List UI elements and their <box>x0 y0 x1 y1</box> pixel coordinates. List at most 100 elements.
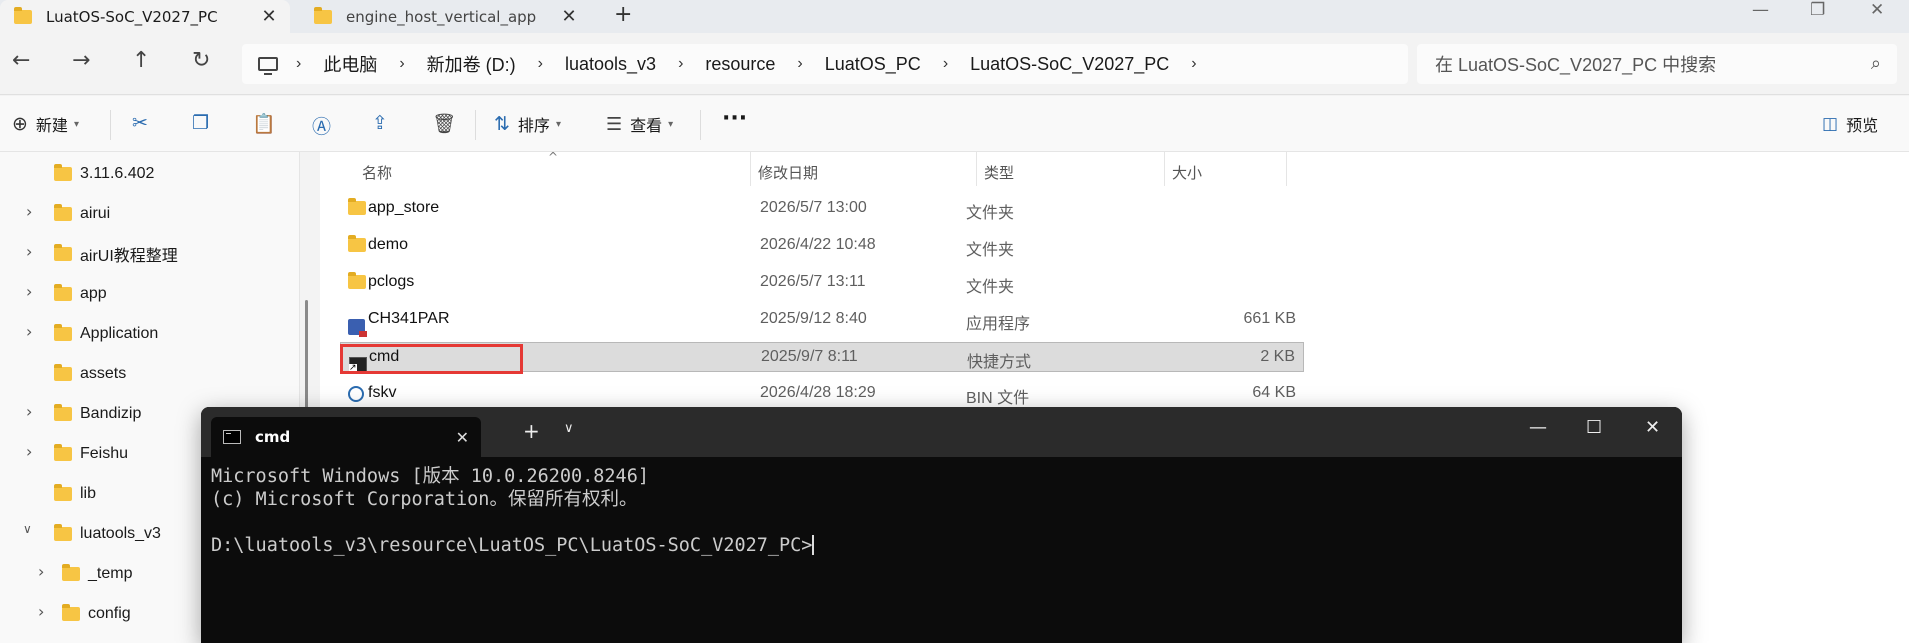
breadcrumb-resource[interactable]: resource <box>705 54 775 75</box>
share-button[interactable]: ⇪ <box>372 112 388 134</box>
view-button[interactable]: ☰ 查看 ▾ <box>606 112 673 136</box>
chevron-right-icon[interactable]: › <box>1191 55 1196 73</box>
table-row[interactable]: pclogs 2026/5/7 13:11 文件夹 <box>340 268 1304 298</box>
column-header-size[interactable]: 大小 <box>1172 162 1202 183</box>
up-button[interactable]: ↑ <box>132 48 150 73</box>
file-date: 2025/9/12 8:40 <box>760 310 867 327</box>
sidebar-item-label: Application <box>80 325 159 342</box>
breadcrumb-luatos-pc[interactable]: LuatOS_PC <box>825 54 921 75</box>
file-name: demo <box>368 236 409 253</box>
sort-button[interactable]: ⇅ 排序 ▾ <box>494 112 561 136</box>
close-icon[interactable]: ✕ <box>456 428 469 447</box>
chevron-right-icon[interactable]: › <box>38 562 44 581</box>
chevron-right-icon[interactable]: › <box>26 442 32 461</box>
breadcrumb-luatools[interactable]: luatools_v3 <box>565 54 656 75</box>
breadcrumb-drive-d[interactable]: 新加卷 (D:) <box>427 51 516 77</box>
file-type: BIN 文件 <box>966 390 1030 407</box>
sidebar-item-3-11-6-402[interactable]: 3.11.6.402 <box>54 162 154 186</box>
sidebar-item-feishu[interactable]: Feishu <box>54 442 128 466</box>
text-cursor <box>812 535 815 555</box>
chevron-right-icon[interactable]: › <box>296 55 301 73</box>
sidebar-item-airui[interactable]: airui <box>54 202 110 226</box>
table-row[interactable]: app_store 2026/5/7 13:00 文件夹 <box>340 194 1304 224</box>
terminal-window[interactable]: cmd ✕ + ∨ — ☐ ✕ Microsoft Windows [版本 10… <box>201 407 1682 643</box>
forward-button[interactable]: → <box>72 48 90 73</box>
refresh-button[interactable]: ↻ <box>192 48 210 73</box>
terminal-close-button[interactable]: ✕ <box>1645 417 1660 438</box>
terminal-tab-cmd[interactable]: cmd ✕ <box>211 417 481 457</box>
chevron-right-icon[interactable]: › <box>38 602 44 621</box>
chevron-right-icon[interactable]: › <box>797 55 802 73</box>
column-header-date[interactable]: 修改日期 <box>758 162 818 183</box>
file-name: app_store <box>368 199 440 216</box>
restore-button[interactable]: ❐ <box>1810 0 1825 20</box>
chevron-right-icon[interactable]: › <box>26 202 32 221</box>
chevron-right-icon[interactable]: › <box>26 242 32 261</box>
sidebar-item-config[interactable]: config <box>62 602 131 626</box>
breadcrumb-this-pc[interactable]: 此电脑 <box>323 51 377 77</box>
chevron-right-icon[interactable]: › <box>399 55 404 73</box>
new-terminal-tab-button[interactable]: + <box>523 419 540 443</box>
chevron-right-icon[interactable]: › <box>26 282 32 301</box>
chevron-right-icon[interactable]: › <box>538 55 543 73</box>
table-row[interactable]: CH341PAR 2025/9/12 8:40 应用程序 661 KB <box>340 305 1304 337</box>
highlight-box <box>340 344 523 374</box>
terminal-output[interactable]: Microsoft Windows [版本 10.0.26200.8246] (c… <box>211 465 815 557</box>
terminal-minimize-button[interactable]: — <box>1529 417 1547 438</box>
folder-icon <box>314 6 332 24</box>
chevron-down-icon[interactable]: ∨ <box>23 522 32 536</box>
cut-button[interactable]: ✂ <box>132 112 148 134</box>
terminal-maximize-button[interactable]: ☐ <box>1586 417 1602 438</box>
copy-button[interactable]: ❐ <box>192 112 209 134</box>
tab-luatos-soc[interactable]: LuatOS-SoC_V2027_PC ✕ <box>0 0 290 33</box>
sidebar-item-airui-tutorial[interactable]: airUI教程整理 <box>54 242 178 266</box>
sidebar-item-temp[interactable]: _temp <box>62 562 132 586</box>
search-input[interactable]: 在 LuatOS-SoC_V2027_PC 中搜索 ⌕ <box>1417 44 1897 84</box>
folder-icon <box>54 404 72 421</box>
terminal-line: Microsoft Windows [版本 10.0.26200.8246] <box>211 466 649 487</box>
file-size: 2 KB <box>1260 348 1295 365</box>
folder-icon <box>54 284 72 301</box>
column-header-name[interactable]: 名称 <box>362 162 392 183</box>
table-row[interactable]: demo 2026/4/22 10:48 文件夹 <box>340 231 1304 261</box>
column-header-type[interactable]: 类型 <box>984 162 1014 183</box>
file-size: 661 KB <box>1243 310 1296 327</box>
close-tab-icon[interactable]: ✕ <box>256 6 282 27</box>
folder-icon <box>54 164 72 181</box>
new-tab-button[interactable]: + <box>614 2 632 27</box>
close-window-button[interactable]: ✕ <box>1870 0 1884 20</box>
folder-icon <box>54 364 72 381</box>
minimize-button[interactable]: — <box>1752 0 1769 20</box>
close-tab-icon[interactable]: ✕ <box>556 6 582 27</box>
more-options-button[interactable]: ··· <box>722 106 747 131</box>
sidebar-item-lib[interactable]: lib <box>54 482 96 506</box>
address-bar[interactable]: › 此电脑 › 新加卷 (D:) › luatools_v3 › resourc… <box>242 44 1408 84</box>
sidebar-item-assets[interactable]: assets <box>54 362 126 386</box>
folder-icon <box>54 204 72 221</box>
chevron-down-icon: ▾ <box>668 118 674 130</box>
paste-button[interactable]: 📋 <box>252 112 276 135</box>
rename-icon: Ⓐ <box>312 116 332 138</box>
tab-engine-host[interactable]: engine_host_vertical_app ✕ <box>300 0 590 33</box>
tab-label: LuatOS-SoC_V2027_PC <box>46 7 218 26</box>
table-row[interactable]: fskv 2026/4/28 18:29 BIN 文件 64 KB <box>340 379 1304 409</box>
sidebar-item-app[interactable]: app <box>54 282 107 306</box>
sidebar-item-label: _temp <box>88 565 133 582</box>
preview-button[interactable]: ◫ 预览 <box>1822 112 1878 136</box>
chevron-down-icon[interactable]: ∨ <box>564 421 574 436</box>
rename-button[interactable]: Ⓐ <box>312 112 331 139</box>
chevron-right-icon[interactable]: › <box>26 322 32 341</box>
chevron-right-icon[interactable]: › <box>26 402 32 421</box>
terminal-prompt-line: D:\luatools_v3\resource\LuatOS_PC\LuatOS… <box>211 534 815 557</box>
sidebar-item-bandizip[interactable]: Bandizip <box>54 402 141 426</box>
delete-button[interactable]: 🗑 <box>432 112 456 135</box>
sidebar-item-luatools-v3[interactable]: luatools_v3 <box>54 522 161 546</box>
sidebar-item-application[interactable]: Application <box>54 322 158 346</box>
bin-file-icon <box>348 386 364 402</box>
chevron-right-icon[interactable]: › <box>943 55 948 73</box>
breadcrumb-current[interactable]: LuatOS-SoC_V2027_PC <box>970 54 1169 75</box>
back-button[interactable]: ← <box>12 48 30 73</box>
new-button[interactable]: ⊕ 新建 ▾ <box>12 112 79 136</box>
file-type: 文件夹 <box>966 242 1015 259</box>
chevron-right-icon[interactable]: › <box>678 55 683 73</box>
